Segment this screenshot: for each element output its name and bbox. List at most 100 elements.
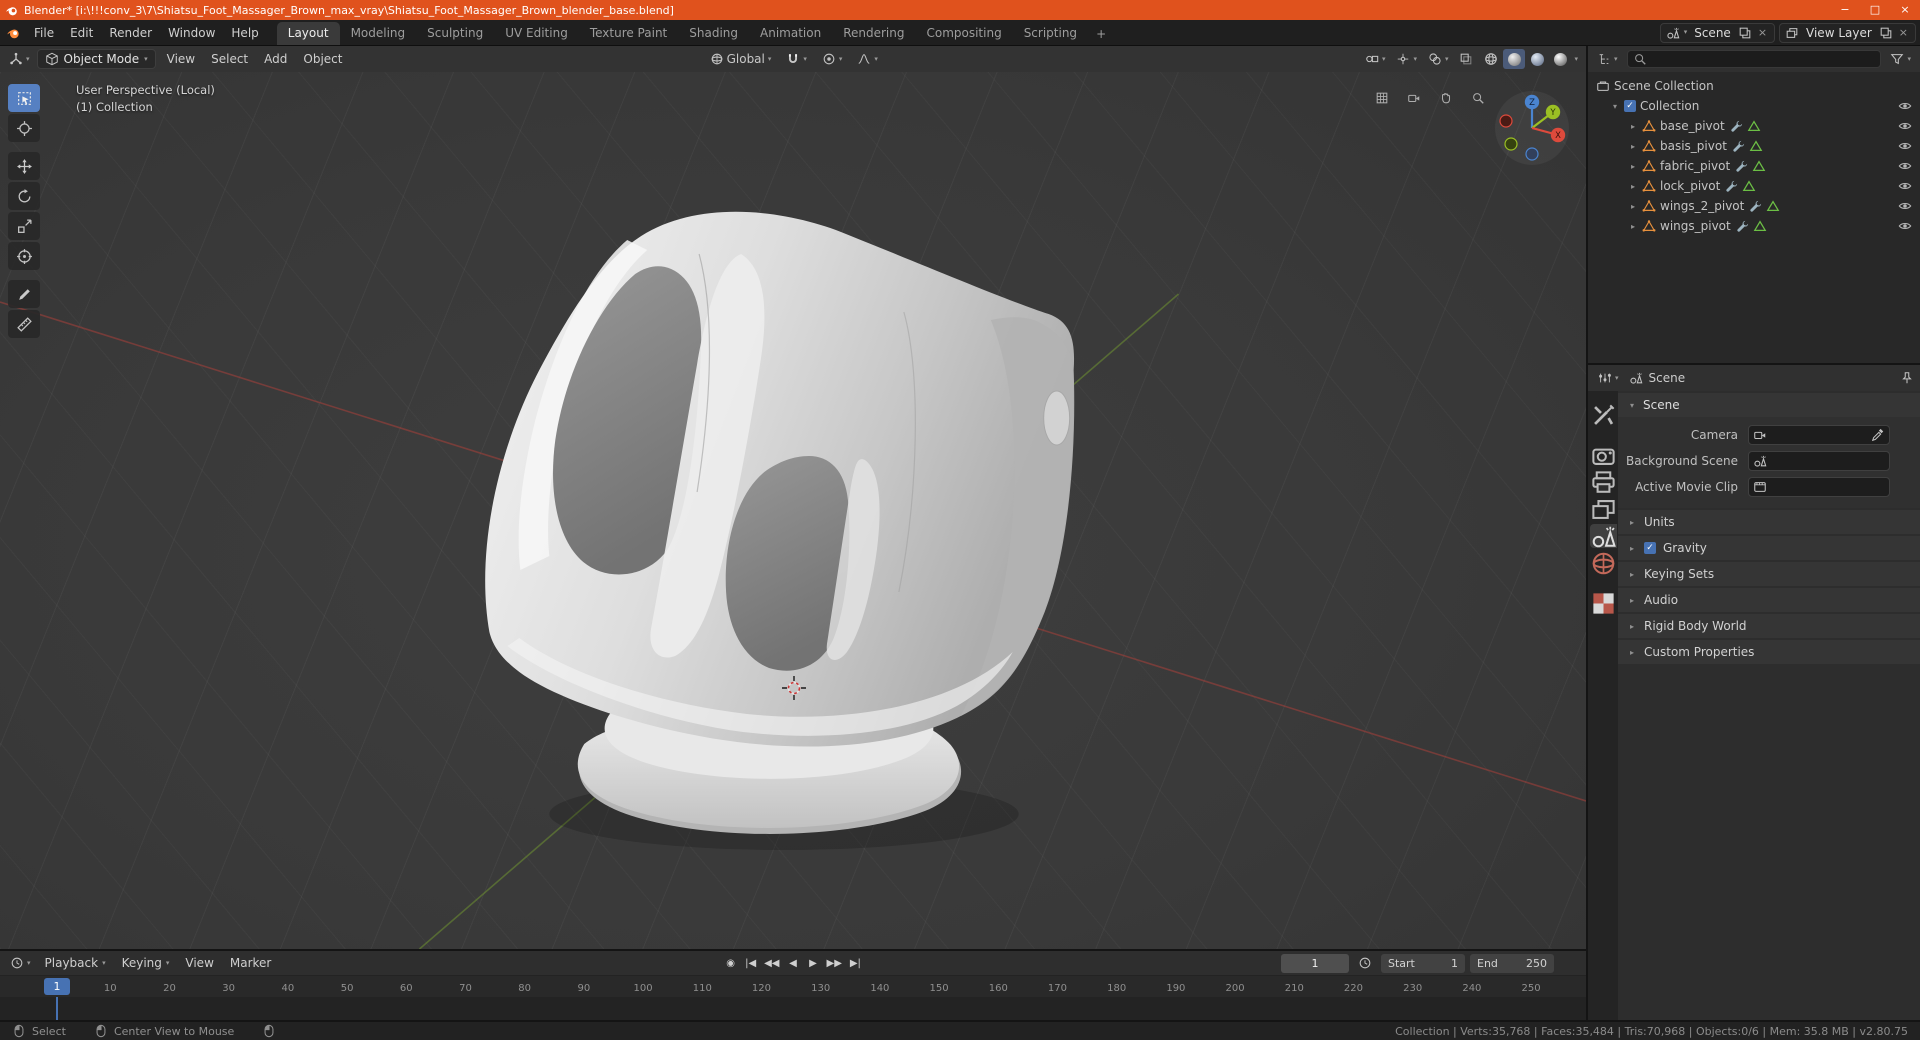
perspective-grid-icon[interactable] <box>1372 88 1392 108</box>
outliner-editor-type-button[interactable]: ▾ <box>1593 49 1622 69</box>
workspace-tab-compositing[interactable]: Compositing <box>915 22 1012 45</box>
foot-massager-model[interactable] <box>485 211 1075 850</box>
remove-view-layer-icon[interactable]: × <box>1897 26 1910 39</box>
eyedropper-icon[interactable] <box>1871 428 1885 442</box>
workspace-tab-sculpting[interactable]: Sculpting <box>416 22 494 45</box>
search-text-field[interactable] <box>1650 52 1876 66</box>
shading-rendered-button[interactable] <box>1549 49 1571 69</box>
properties-tab-world[interactable] <box>1590 551 1617 575</box>
workspace-tab-animation[interactable]: Animation <box>749 22 832 45</box>
tool-move-button[interactable] <box>8 152 40 180</box>
disclosure-closed-icon[interactable]: ▸ <box>1628 182 1638 191</box>
tool-transform-button[interactable] <box>8 242 40 270</box>
menu-help[interactable]: Help <box>223 20 266 45</box>
visibility-eye-icon[interactable] <box>1898 119 1912 133</box>
transform-orientation-dropdown[interactable]: Global ▾ <box>706 49 776 69</box>
proportional-falloff-dropdown[interactable]: ▾ <box>853 49 882 69</box>
tool-cursor-button[interactable] <box>8 114 40 142</box>
blender-menu-icon[interactable] <box>0 26 26 40</box>
outliner-row-collection[interactable]: ▾ ✓ Collection <box>1588 96 1920 116</box>
mode-dropdown[interactable]: Object Mode ▾ <box>36 49 156 69</box>
disclosure-closed-icon[interactable]: ▸ <box>1628 222 1638 231</box>
timeline-menu-keying[interactable]: Keying ▾ <box>114 951 178 975</box>
outliner-row-lock-pivot[interactable]: ▸ lock_pivot <box>1588 176 1920 196</box>
outliner-row-wings-2-pivot[interactable]: ▸ wings_2_pivot <box>1588 196 1920 216</box>
unlink-scene-icon[interactable]: × <box>1756 26 1769 39</box>
visibility-eye-icon[interactable] <box>1898 219 1912 233</box>
workspace-tab-modeling[interactable]: Modeling <box>340 22 417 45</box>
outliner-filter-button[interactable]: ▾ <box>1886 49 1915 69</box>
visibility-eye-icon[interactable] <box>1898 159 1912 173</box>
new-scene-icon[interactable] <box>1738 26 1752 40</box>
add-workspace-tab-button[interactable]: + <box>1088 23 1114 45</box>
workspace-tab-texture-paint[interactable]: Texture Paint <box>579 22 678 45</box>
section-audio[interactable]: ▸ Audio <box>1618 588 1920 612</box>
camera-view-icon[interactable] <box>1404 88 1424 108</box>
disclosure-closed-icon[interactable]: ▸ <box>1628 202 1638 211</box>
viewport-menu-select[interactable]: Select <box>203 46 256 72</box>
snap-toggle[interactable]: ▾ <box>782 49 811 69</box>
properties-tab-texture[interactable] <box>1590 591 1617 615</box>
preview-range-toggle[interactable] <box>1354 953 1376 973</box>
section-checkbox[interactable]: ✓ <box>1644 542 1656 554</box>
collection-checkbox[interactable]: ✓ <box>1624 100 1636 112</box>
outliner-row-base-pivot[interactable]: ▸ base_pivot <box>1588 116 1920 136</box>
properties-tab-tool[interactable] <box>1590 403 1617 427</box>
transport-jump-to-end-button[interactable]: ▶| <box>847 953 864 973</box>
tool-rotate-button[interactable] <box>8 182 40 210</box>
close-button[interactable]: × <box>1890 0 1920 20</box>
timeline-editor-type-button[interactable]: ▾ <box>6 953 35 973</box>
outliner-search-input[interactable] <box>1626 50 1882 68</box>
playhead[interactable]: 1 <box>44 978 70 995</box>
scene-panel-header[interactable]: ▾ Scene <box>1618 393 1920 417</box>
shading-material-button[interactable] <box>1526 49 1548 69</box>
timeline-menu-marker[interactable]: Marker <box>222 951 279 975</box>
outliner-row-scene-collection[interactable]: Scene Collection <box>1588 76 1920 96</box>
outliner-row-wings-pivot[interactable]: ▸ wings_pivot <box>1588 216 1920 236</box>
viewport-menu-view[interactable]: View <box>159 46 203 72</box>
tool-select-box-button[interactable] <box>8 84 40 112</box>
menu-file[interactable]: File <box>26 20 62 45</box>
view-layer-selector[interactable]: View Layer × <box>1779 22 1916 43</box>
menu-render[interactable]: Render <box>101 20 160 45</box>
outliner-row-basis-pivot[interactable]: ▸ basis_pivot <box>1588 136 1920 156</box>
transport-play-reverse-button[interactable]: ◀ <box>785 953 802 973</box>
properties-tab-scene[interactable] <box>1589 524 1617 548</box>
viewport-canvas[interactable]: User Perspective (Local) (1) Collection <box>0 72 1586 949</box>
disclosure-open-icon[interactable]: ▾ <box>1610 102 1620 111</box>
viewport-menu-object[interactable]: Object <box>295 46 350 72</box>
workspace-tab-rendering[interactable]: Rendering <box>832 22 915 45</box>
section-keying-sets[interactable]: ▸ Keying Sets <box>1618 562 1920 586</box>
viewport-menu-add[interactable]: Add <box>256 46 295 72</box>
transport-jump-to-start-button[interactable]: |◀ <box>742 953 759 973</box>
tool-scale-button[interactable] <box>8 212 40 240</box>
current-frame-field[interactable]: 1 <box>1281 953 1349 973</box>
visibility-eye-icon[interactable] <box>1898 179 1912 193</box>
overlays-dropdown[interactable]: ▾ <box>1424 49 1453 69</box>
navigation-gizmo[interactable]: Z Y X <box>1494 90 1570 166</box>
pan-hand-icon[interactable] <box>1436 88 1456 108</box>
frame-end-field[interactable]: End 250 <box>1470 953 1554 973</box>
menu-edit[interactable]: Edit <box>62 20 101 45</box>
editor-type-button[interactable]: ▾ <box>5 49 34 69</box>
properties-editor-type-button[interactable]: ▾ <box>1594 368 1623 388</box>
object-visibility-dropdown[interactable]: ▾ <box>1361 49 1390 69</box>
disclosure-closed-icon[interactable]: ▸ <box>1628 122 1638 131</box>
tool-measure-button[interactable] <box>8 310 40 338</box>
maximize-button[interactable]: □ <box>1860 0 1890 20</box>
shading-dropdown[interactable]: ▾ <box>1574 55 1578 63</box>
timeline-menu-playback[interactable]: Playback ▾ <box>37 951 114 975</box>
workspace-tab-layout[interactable]: Layout <box>276 22 340 45</box>
transport-play-button[interactable]: ▶ <box>805 953 822 973</box>
scene-selector[interactable]: ▾ Scene × <box>1659 22 1776 43</box>
section-custom-properties[interactable]: ▸ Custom Properties <box>1618 640 1920 664</box>
workspace-tab-shading[interactable]: Shading <box>678 22 749 45</box>
visibility-eye-icon[interactable] <box>1898 99 1912 113</box>
section-units[interactable]: ▸ Units <box>1618 510 1920 534</box>
workspace-tab-uv-editing[interactable]: UV Editing <box>494 22 579 45</box>
new-view-layer-icon[interactable] <box>1879 26 1893 40</box>
transport-prev-keyframe-button[interactable]: ◀◀ <box>762 953 781 973</box>
properties-tab-render[interactable] <box>1590 443 1617 467</box>
transport-next-keyframe-button[interactable]: ▶▶ <box>825 953 844 973</box>
outliner-row-fabric-pivot[interactable]: ▸ fabric_pivot <box>1588 156 1920 176</box>
